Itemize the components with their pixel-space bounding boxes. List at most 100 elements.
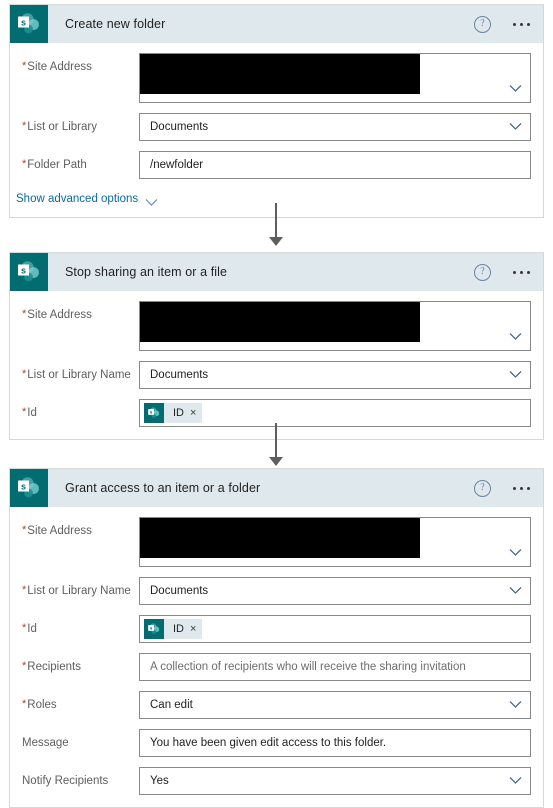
redacted-value [140, 518, 420, 558]
token-label: ID [173, 623, 184, 635]
list-or-library-name-dropdown[interactable]: Documents [139, 577, 531, 605]
site-address-dropdown[interactable] [139, 517, 531, 567]
id-input[interactable]: s ID × [139, 399, 531, 427]
card-body: *Site Address *List or Library Name Docu… [10, 291, 543, 439]
required-marker: * [22, 158, 27, 170]
recipients-input[interactable]: A collection of recipients who will rece… [139, 653, 531, 681]
chevron-down-icon[interactable] [509, 122, 522, 133]
id-input[interactable]: s ID × [139, 615, 531, 643]
required-marker: * [22, 698, 27, 710]
field-id: *Id s ID × [10, 615, 543, 643]
flow-connector-arrow [268, 203, 284, 248]
folder-path-input[interactable]: /newfolder [139, 151, 531, 179]
chevron-down-icon[interactable] [509, 548, 522, 559]
flow-action-card-stop-sharing[interactable]: s Stop sharing an item or a file ? *Site… [9, 252, 544, 440]
field-value: /newfolder [150, 159, 204, 171]
required-marker: * [22, 60, 27, 72]
chevron-down-icon[interactable] [509, 700, 522, 711]
help-icon[interactable]: ? [474, 479, 491, 497]
field-value: Can edit [150, 699, 193, 711]
flow-action-card-grant-access[interactable]: s Grant access to an item or a folder ? … [9, 468, 544, 808]
required-marker: * [22, 524, 27, 536]
field-value: Documents [150, 585, 209, 597]
field-site-address: *Site Address [10, 301, 543, 351]
required-marker: * [22, 622, 27, 634]
card-header-actions: ? [474, 263, 543, 281]
field-folder-path: *Folder Path /newfolder [10, 151, 543, 179]
notify-recipients-dropdown[interactable]: Yes [139, 767, 531, 795]
svg-text:s: s [150, 411, 153, 416]
field-value: You have been given edit access to this … [150, 737, 387, 749]
roles-dropdown[interactable]: Can edit [139, 691, 531, 719]
required-marker: * [22, 406, 27, 418]
field-label: *Site Address [22, 524, 92, 538]
token-container: s ID × [140, 400, 530, 426]
card-header[interactable]: s Create new folder ? [10, 5, 543, 43]
chevron-down-icon[interactable] [509, 332, 522, 343]
field-label: *Site Address [22, 60, 92, 74]
sharepoint-icon: s [144, 619, 164, 639]
field-list-or-library-name: *List or Library Name Documents [10, 361, 543, 389]
site-address-dropdown[interactable] [139, 53, 531, 103]
field-message: Message You have been given edit access … [10, 729, 543, 757]
chevron-down-icon[interactable] [145, 194, 158, 206]
field-label: *Site Address [22, 308, 92, 322]
site-address-dropdown[interactable] [139, 301, 531, 351]
field-label: *Id [22, 406, 37, 420]
card-title: Create new folder [65, 17, 166, 31]
svg-text:s: s [21, 265, 26, 275]
field-label: *Roles [22, 698, 57, 712]
field-label: *Folder Path [22, 158, 87, 172]
svg-text:s: s [150, 627, 153, 632]
card-header[interactable]: s Grant access to an item or a folder ? [10, 469, 543, 507]
field-site-address: *Site Address [10, 53, 543, 103]
token-container: s ID × [140, 616, 530, 642]
required-marker: * [22, 308, 27, 320]
required-marker: * [22, 368, 27, 380]
sharepoint-icon: s [10, 5, 48, 43]
help-icon[interactable]: ? [474, 263, 491, 281]
ellipsis-icon[interactable] [513, 486, 530, 490]
required-marker: * [22, 120, 27, 132]
message-input[interactable]: You have been given edit access to this … [139, 729, 531, 757]
flow-action-card-create-new-folder[interactable]: s Create new folder ? *Site Address *Lis… [9, 4, 544, 218]
card-title: Stop sharing an item or a file [65, 265, 228, 279]
redacted-value [140, 302, 420, 342]
field-notify-recipients: Notify Recipients Yes [10, 767, 543, 795]
field-placeholder: A collection of recipients who will rece… [150, 661, 466, 673]
field-value: Yes [150, 775, 169, 787]
list-or-library-name-dropdown[interactable]: Documents [139, 361, 531, 389]
redacted-value [140, 54, 420, 94]
dynamic-content-token[interactable]: s ID × [144, 619, 203, 639]
svg-text:s: s [21, 481, 26, 491]
field-site-address: *Site Address [10, 517, 543, 567]
card-header[interactable]: s Stop sharing an item or a file ? [10, 253, 543, 291]
list-or-library-dropdown[interactable]: Documents [139, 113, 531, 141]
chevron-down-icon[interactable] [509, 586, 522, 597]
chevron-down-icon[interactable] [509, 370, 522, 381]
svg-text:s: s [21, 17, 26, 27]
required-marker: * [22, 660, 27, 672]
ellipsis-icon[interactable] [513, 22, 530, 26]
help-icon[interactable]: ? [474, 15, 491, 33]
flow-connector-arrow [268, 423, 284, 468]
field-value: Documents [150, 121, 209, 133]
chevron-down-icon[interactable] [509, 84, 522, 95]
field-label: Message [22, 737, 69, 749]
chevron-down-icon[interactable] [509, 776, 522, 787]
show-advanced-options-label: Show advanced options [16, 193, 139, 205]
ellipsis-icon[interactable] [513, 270, 530, 274]
field-value: Documents [150, 369, 209, 381]
field-list-or-library-name: *List or Library Name Documents [10, 577, 543, 605]
required-marker: * [22, 584, 27, 596]
close-icon[interactable]: × [190, 623, 196, 635]
sharepoint-icon: s [10, 469, 48, 507]
card-header-actions: ? [474, 479, 543, 497]
dynamic-content-token[interactable]: s ID × [144, 403, 203, 423]
field-label: *List or Library [22, 120, 97, 134]
field-label: *List or Library Name [22, 368, 131, 382]
close-icon[interactable]: × [190, 407, 196, 419]
token-label: ID [173, 407, 184, 419]
field-label: Notify Recipients [22, 775, 109, 787]
card-title: Grant access to an item or a folder [65, 481, 261, 495]
